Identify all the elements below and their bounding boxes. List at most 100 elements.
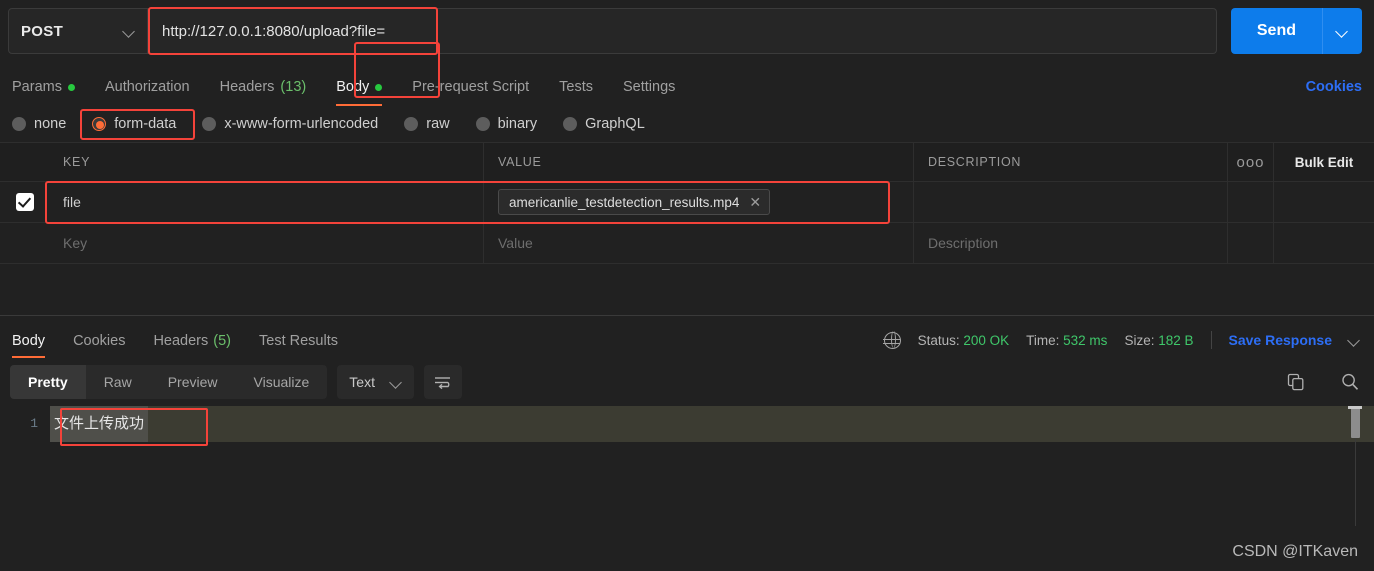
tab-pre-request-script[interactable]: Pre-request Script <box>412 79 529 106</box>
cookies-link[interactable]: Cookies <box>1306 79 1362 106</box>
size-item: Size: 182 B <box>1124 333 1193 348</box>
body-type-form-data[interactable]: form-data <box>92 116 176 132</box>
radio-icon[interactable] <box>12 117 26 131</box>
send-button[interactable]: Send <box>1231 8 1322 54</box>
row-description-cell[interactable] <box>914 182 1228 222</box>
search-icon <box>1340 372 1360 392</box>
radio-icon[interactable] <box>404 117 418 131</box>
body-type-none[interactable]: none <box>12 116 66 132</box>
body-type-raw[interactable]: raw <box>404 116 449 132</box>
http-method-selector[interactable]: POST <box>8 8 148 54</box>
row-key-cell[interactable]: file <box>49 182 484 222</box>
body-type-binary[interactable]: binary <box>476 116 538 132</box>
empty-row-value-cell[interactable]: Value <box>484 223 914 263</box>
empty-row-bulk-cell <box>1274 223 1374 263</box>
response-tabs-bar: Body Cookies Headers (5) Test Results St… <box>0 316 1374 358</box>
code-line: 1 文件上传成功 <box>0 406 1374 442</box>
row-enabled-checkbox[interactable] <box>16 193 34 211</box>
response-format-tabs: Pretty Raw Preview Visualize <box>10 365 327 399</box>
radio-icon[interactable] <box>202 117 216 131</box>
modified-dot-icon <box>68 84 75 91</box>
tab-tests[interactable]: Tests <box>559 79 593 106</box>
body-type-none-label: none <box>34 116 66 132</box>
response-language-label: Text <box>349 374 375 390</box>
body-type-form-data-label: form-data <box>114 116 176 132</box>
body-type-x-www-form-urlencoded[interactable]: x-www-form-urlencoded <box>202 116 378 132</box>
row-value-cell[interactable]: americanlie_testdetection_results.mp4 ✕ <box>484 182 914 222</box>
selected-file-name: americanlie_testdetection_results.mp4 <box>509 195 739 210</box>
response-tab-headers[interactable]: Headers (5) <box>153 333 231 358</box>
wrap-lines-button[interactable] <box>424 365 462 399</box>
body-type-radio-group: none form-data x-www-form-urlencoded raw… <box>0 106 1374 142</box>
response-tab-cookies[interactable]: Cookies <box>73 333 125 358</box>
empty-row-options-cell <box>1228 223 1274 263</box>
bulk-edit-button[interactable]: Bulk Edit <box>1274 143 1374 181</box>
scrollbar-cap <box>1348 406 1362 409</box>
response-tab-test-results[interactable]: Test Results <box>259 333 338 358</box>
format-tab-raw[interactable]: Raw <box>86 365 150 399</box>
bulk-edit-label: Bulk Edit <box>1295 155 1354 170</box>
tab-authorization-label: Authorization <box>105 79 190 95</box>
body-type-graphql-label: GraphQL <box>585 116 645 132</box>
tab-params[interactable]: Params <box>12 79 75 106</box>
response-tab-cookies-label: Cookies <box>73 333 125 349</box>
copy-button[interactable] <box>1286 372 1306 392</box>
format-tab-preview[interactable]: Preview <box>150 365 236 399</box>
tab-body[interactable]: Body <box>336 79 382 106</box>
line-number: 1 <box>0 406 50 442</box>
chevron-down-icon <box>124 26 135 37</box>
table-row-empty: Key Value Description <box>0 223 1374 264</box>
vertical-scrollbar-thumb[interactable] <box>1351 408 1360 438</box>
url-input[interactable]: http://127.0.0.1:8080/upload?file= <box>148 8 1217 54</box>
empty-row-key-cell[interactable]: Key <box>49 223 484 263</box>
size-label: Size: <box>1124 333 1154 348</box>
table-row: file americanlie_testdetection_results.m… <box>0 182 1374 223</box>
save-response-button[interactable]: Save Response <box>1229 332 1333 348</box>
response-tab-body[interactable]: Body <box>12 333 45 358</box>
header-key-cell: KEY <box>49 143 484 181</box>
form-data-table: KEY VALUE DESCRIPTION ooo Bulk Edit file… <box>0 142 1374 264</box>
more-options-icon: ooo <box>1236 154 1264 171</box>
format-tab-visualize[interactable]: Visualize <box>236 365 328 399</box>
radio-icon[interactable] <box>563 117 577 131</box>
response-language-selector[interactable]: Text <box>337 365 414 399</box>
table-options-button[interactable]: ooo <box>1228 143 1274 181</box>
selected-file-chip[interactable]: americanlie_testdetection_results.mp4 ✕ <box>498 189 770 215</box>
header-key-label: KEY <box>63 155 90 169</box>
body-type-binary-label: binary <box>498 116 538 132</box>
wrap-lines-icon <box>433 375 452 390</box>
response-tab-test-results-label: Test Results <box>259 333 338 349</box>
empty-row-description-cell[interactable]: Description <box>914 223 1228 263</box>
row-enabled-checkbox-cell <box>0 182 49 222</box>
meta-divider <box>1211 331 1212 349</box>
chevron-down-icon[interactable] <box>1349 335 1360 346</box>
status-item: Status: 200 OK <box>918 333 1010 348</box>
response-body-viewer: 1 文件上传成功 <box>0 406 1374 516</box>
request-response-divider <box>0 264 1374 316</box>
send-button-group: Send <box>1231 8 1362 54</box>
format-tab-pretty[interactable]: Pretty <box>10 365 86 399</box>
row-options-cell <box>1228 182 1274 222</box>
watermark: CSDN @ITKaven <box>1232 543 1358 561</box>
remove-file-icon[interactable]: ✕ <box>749 194 761 211</box>
header-value-label: VALUE <box>498 155 542 169</box>
response-meta: Status: 200 OK Time: 532 ms Size: 182 B … <box>884 331 1360 358</box>
modified-dot-icon <box>375 84 382 91</box>
body-type-x-www-form-urlencoded-label: x-www-form-urlencoded <box>224 116 378 132</box>
radio-selected-icon[interactable] <box>92 117 106 131</box>
empty-row-checkbox-cell <box>0 223 49 263</box>
status-label: Status: <box>918 333 960 348</box>
body-type-graphql[interactable]: GraphQL <box>563 116 645 132</box>
empty-row-value-placeholder: Value <box>498 235 533 251</box>
response-tab-body-label: Body <box>12 333 45 349</box>
send-options-button[interactable] <box>1322 8 1362 54</box>
tab-settings[interactable]: Settings <box>623 79 675 106</box>
tab-headers[interactable]: Headers (13) <box>220 79 307 106</box>
search-button[interactable] <box>1340 372 1360 392</box>
response-format-toolbar: Pretty Raw Preview Visualize Text <box>0 358 1374 406</box>
tab-params-label: Params <box>12 79 62 95</box>
radio-icon[interactable] <box>476 117 490 131</box>
tab-authorization[interactable]: Authorization <box>105 79 190 106</box>
code-content-row[interactable]: 文件上传成功 <box>50 406 1374 442</box>
empty-row-description-placeholder: Description <box>928 235 998 251</box>
